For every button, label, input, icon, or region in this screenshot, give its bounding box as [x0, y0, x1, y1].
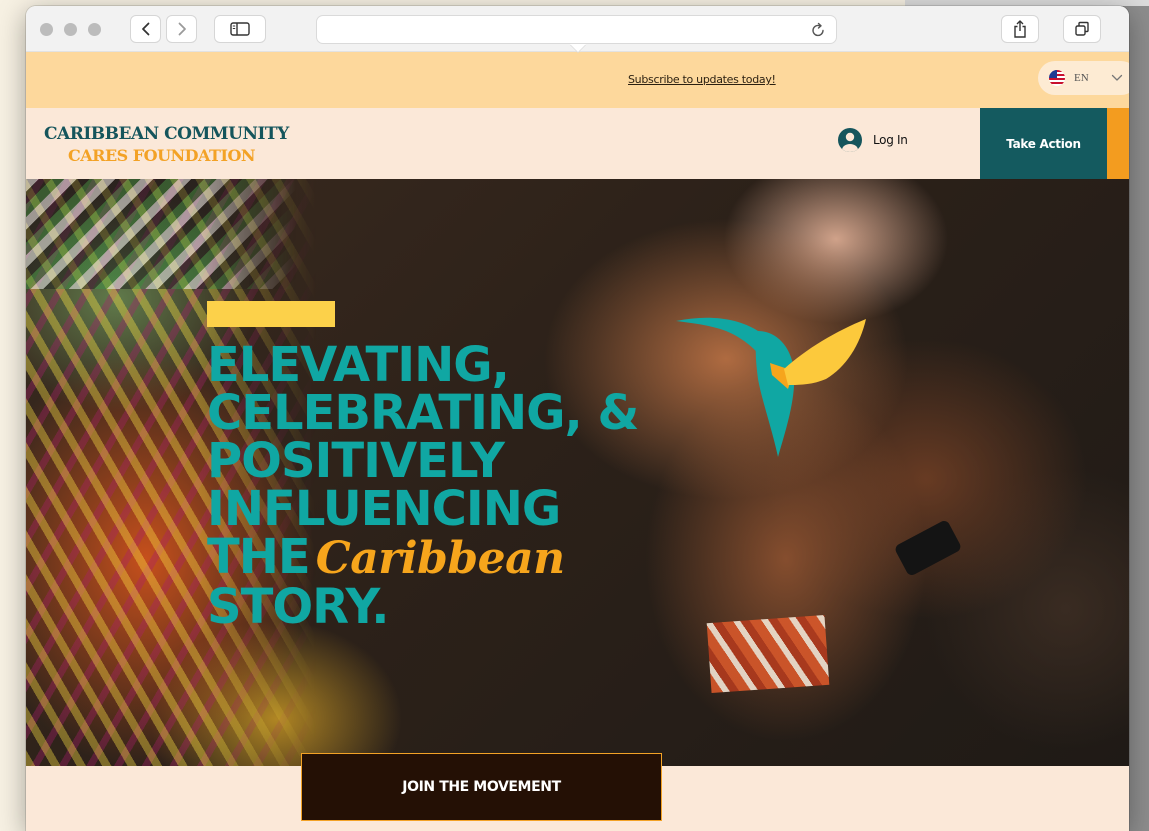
- us-flag-icon: [1049, 70, 1065, 86]
- chevron-down-icon: [1111, 74, 1122, 81]
- sidebar-toggle-button[interactable]: [214, 15, 266, 43]
- zoom-window-dot[interactable]: [88, 23, 101, 36]
- minimize-window-dot[interactable]: [64, 23, 77, 36]
- take-action-button[interactable]: Take Action: [980, 108, 1107, 179]
- language-code: EN: [1074, 72, 1089, 84]
- hero-line-1: ELEVATING,: [207, 337, 510, 393]
- hero-wristwatch: [893, 518, 963, 578]
- reload-icon[interactable]: [810, 22, 826, 38]
- login-label: Log In: [873, 133, 908, 147]
- address-bar[interactable]: [316, 15, 837, 44]
- logo-title[interactable]: CARIBBEAN COMMUNITY: [44, 124, 289, 144]
- close-window-dot[interactable]: [40, 23, 53, 36]
- tabs-icon: [1075, 21, 1089, 36]
- sidebar-icon: [230, 22, 250, 36]
- site-header: CARIBBEAN COMMUNITY CARES FOUNDATION Log…: [26, 108, 1129, 179]
- hero-script-word: Caribbean: [315, 533, 565, 584]
- subscribe-banner: Subscribe to updates today! EN: [26, 52, 1129, 108]
- chevron-right-icon: [178, 22, 186, 36]
- hero-line-5-prefix: THE: [207, 529, 311, 585]
- hero-headline: ELEVATING, CELEBRATING, & POSITIVELY INF…: [207, 341, 767, 631]
- login-link[interactable]: Log In: [838, 128, 908, 152]
- address-bar-pointer: [570, 44, 586, 52]
- hero-line-2: CELEBRATING, &: [207, 385, 639, 441]
- share-button[interactable]: [1001, 15, 1039, 43]
- share-icon: [1014, 20, 1026, 38]
- cta-section: JOIN THE MOVEMENT: [26, 753, 1129, 831]
- hero-line-4: INFLUENCING: [207, 481, 561, 537]
- language-selector[interactable]: EN: [1038, 61, 1129, 95]
- browser-window: Subscribe to updates today! EN CARIBBEAN…: [26, 6, 1129, 831]
- hero-line-5: THE Caribbean: [207, 533, 767, 583]
- hero-fabric-pattern-top: [26, 179, 296, 289]
- forward-button[interactable]: [166, 15, 197, 43]
- join-movement-button[interactable]: JOIN THE MOVEMENT: [301, 753, 662, 821]
- logo-subtitle[interactable]: CARES FOUNDATION: [68, 146, 256, 165]
- hero-line-3: POSITIVELY: [207, 433, 505, 489]
- chevron-left-icon: [141, 22, 149, 36]
- header-accent-strip: [1107, 108, 1129, 179]
- tabs-overview-button[interactable]: [1063, 15, 1101, 43]
- hero-accent-bar: [207, 301, 335, 327]
- hero-section: ELEVATING, CELEBRATING, & POSITIVELY INF…: [26, 179, 1129, 766]
- hero-line-6: STORY.: [207, 579, 390, 635]
- subscribe-link[interactable]: Subscribe to updates today!: [628, 73, 776, 86]
- back-button[interactable]: [130, 15, 161, 43]
- user-avatar-icon: [838, 128, 862, 152]
